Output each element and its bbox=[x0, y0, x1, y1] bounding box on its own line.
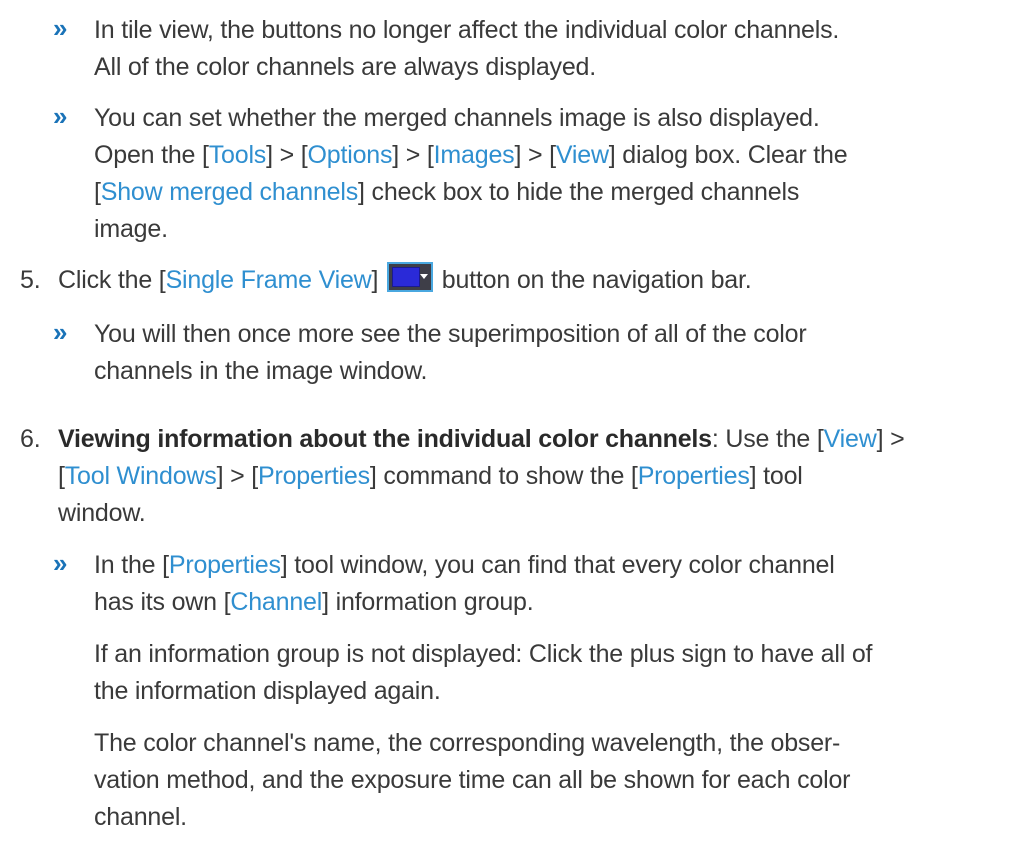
result-text: [Show merged channels] check box to hide… bbox=[94, 174, 799, 210]
paragraph-text: channel. bbox=[94, 803, 187, 831]
menu-reference-view: View bbox=[823, 425, 877, 453]
paragraph-text: vation method, and the exposure time can… bbox=[94, 766, 851, 794]
text-fragment: has its own [ bbox=[94, 588, 231, 616]
result-arrow-icon: » bbox=[53, 101, 68, 131]
checkbox-reference-show-merged-channels: Show merged channels bbox=[100, 178, 359, 206]
result-text: All of the color channels are always dis… bbox=[94, 53, 596, 81]
result-arrow-icon: » bbox=[53, 317, 68, 347]
step-number: 6. bbox=[20, 425, 41, 453]
result-text: In tile view, the buttons no longer affe… bbox=[94, 16, 840, 44]
result-text: channels in the image window. bbox=[94, 357, 428, 385]
text-fragment: [ bbox=[58, 462, 65, 490]
text-fragment: ] > [ bbox=[392, 141, 434, 169]
window-reference-properties: Properties bbox=[168, 551, 281, 579]
text-fragment: ] > [ bbox=[216, 462, 259, 490]
text-fragment: ] tool window, you can find that every c… bbox=[280, 551, 835, 579]
text-fragment: [ bbox=[94, 178, 101, 206]
text-fragment: ] tool bbox=[749, 462, 803, 490]
step-text: [Tool Windows] > [Properties] command to… bbox=[58, 458, 803, 494]
result-text: You will then once more see the superimp… bbox=[94, 320, 807, 348]
text-fragment: button on the navigation bar. bbox=[435, 266, 752, 294]
text-fragment: ] information group. bbox=[322, 588, 534, 616]
paragraph-text: If an information group is not displayed… bbox=[94, 640, 873, 668]
text-fragment: In the [ bbox=[94, 551, 169, 579]
result-text: has its own [Channel] information group. bbox=[94, 584, 534, 620]
step-text: Viewing information about the individual… bbox=[58, 421, 905, 457]
paragraph-text: The color channel's name, the correspond… bbox=[94, 729, 841, 757]
text-fragment: ] bbox=[371, 266, 379, 294]
step-text: Click the [Single Frame View] button on … bbox=[58, 262, 752, 298]
menu-reference-images: Images bbox=[433, 141, 515, 169]
text-fragment: ] > [ bbox=[266, 141, 308, 169]
group-reference-channel: Channel bbox=[230, 588, 323, 616]
text-fragment: ] > [ bbox=[514, 141, 556, 169]
step-text: window. bbox=[58, 499, 146, 527]
text-fragment: Open the [ bbox=[94, 141, 209, 169]
result-text: In the [Properties] tool window, you can… bbox=[94, 547, 835, 583]
menu-reference-view: View bbox=[555, 141, 609, 169]
step-heading: Viewing information about the individual… bbox=[58, 425, 712, 453]
menu-reference-options: Options bbox=[307, 141, 393, 169]
result-arrow-icon: » bbox=[53, 13, 68, 43]
text-fragment: ] > bbox=[876, 425, 905, 453]
text-fragment: ] command to show the [ bbox=[369, 462, 638, 490]
paragraph-text: the information displayed again. bbox=[94, 677, 441, 705]
menu-reference-tool-windows: Tool Windows bbox=[64, 462, 217, 490]
menu-reference-tools: Tools bbox=[208, 141, 267, 169]
text-fragment: ] dialog box. Clear the bbox=[608, 141, 848, 169]
text-fragment: ] check box to hide the merged channels bbox=[358, 178, 800, 206]
result-text: You can set whether the merged channels … bbox=[94, 104, 820, 132]
color-swatch bbox=[392, 267, 421, 287]
result-text: Open the [Tools] > [Options] > [Images] … bbox=[94, 137, 848, 173]
dropdown-arrow-icon bbox=[420, 274, 429, 279]
window-reference-properties: Properties bbox=[637, 462, 750, 490]
result-arrow-icon: » bbox=[53, 548, 68, 578]
single-frame-view-icon bbox=[387, 262, 434, 292]
step-number: 5. bbox=[20, 266, 41, 294]
text-fragment: : Use the [ bbox=[711, 425, 824, 453]
menu-reference-properties: Properties bbox=[257, 462, 370, 490]
button-reference-single-frame-view: Single Frame View bbox=[165, 266, 372, 294]
text-fragment: Click the [ bbox=[58, 266, 166, 294]
result-text: image. bbox=[94, 215, 168, 243]
